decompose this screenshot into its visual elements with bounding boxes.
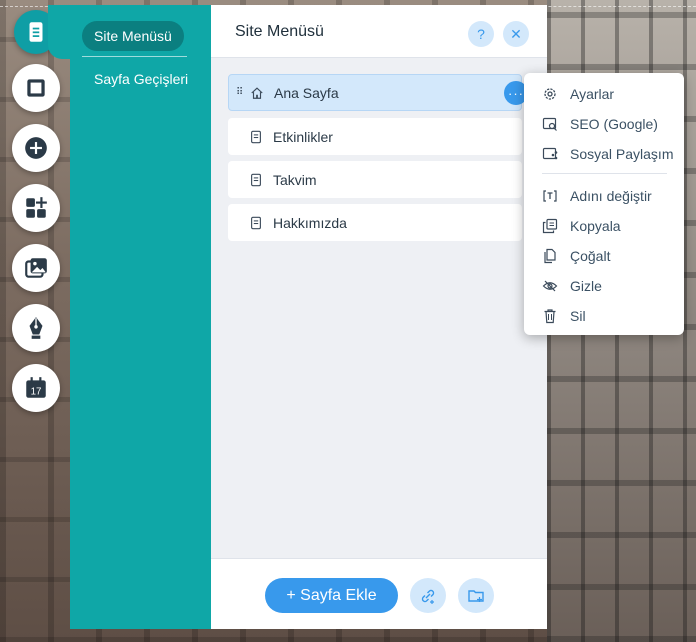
close-icon: ✕ bbox=[510, 25, 522, 42]
add-folder-button[interactable] bbox=[458, 578, 494, 613]
media-icon bbox=[25, 258, 47, 278]
pen-icon bbox=[29, 317, 43, 339]
trash-icon bbox=[544, 309, 556, 324]
folder-icon bbox=[468, 589, 484, 602]
pages-icon bbox=[29, 22, 43, 42]
apps-tool-button[interactable] bbox=[12, 184, 60, 232]
sidebar-divider bbox=[82, 56, 187, 57]
duplicate-icon bbox=[544, 248, 556, 264]
page-item-about[interactable]: Hakkımızda bbox=[228, 204, 522, 241]
page-icon bbox=[251, 173, 261, 186]
panel-title: Site Menüsü bbox=[235, 23, 324, 40]
menu-separator bbox=[542, 173, 667, 174]
pen-tool-button[interactable] bbox=[12, 304, 60, 352]
close-button[interactable]: ✕ bbox=[503, 21, 529, 47]
drag-handle-icon[interactable]: ⠿ bbox=[236, 87, 243, 98]
menu-item-label: Ayarlar bbox=[570, 86, 615, 102]
page-item-label: Etkinlikler bbox=[273, 128, 333, 145]
page-item-events[interactable]: Etkinlikler bbox=[228, 118, 522, 155]
calendar-tool-button[interactable]: 17 bbox=[12, 364, 60, 412]
panel-footer: + Sayfa Ekle bbox=[211, 558, 547, 629]
panel-header: Site Menüsü ? ✕ bbox=[211, 5, 547, 58]
media-tool-button[interactable] bbox=[12, 244, 60, 292]
site-menu-sidebar: Site Menüsü Sayfa Geçişleri bbox=[70, 5, 211, 629]
menu-item-label: SEO (Google) bbox=[570, 116, 658, 132]
menu-item-seo[interactable]: SEO (Google) bbox=[542, 112, 682, 136]
background-icon bbox=[27, 79, 45, 97]
background-tool-button[interactable] bbox=[12, 64, 60, 112]
add-icon bbox=[25, 137, 47, 159]
page-item-label: Takvim bbox=[273, 171, 317, 188]
sidebar-item-site-menu[interactable]: Site Menüsü bbox=[82, 21, 184, 51]
more-icon: ··· bbox=[508, 85, 524, 101]
menu-item-label: Sil bbox=[570, 308, 586, 324]
gear-icon bbox=[544, 88, 556, 100]
hide-icon bbox=[542, 280, 558, 292]
page-icon bbox=[251, 130, 261, 143]
calendar-icon: 17 bbox=[26, 377, 46, 398]
page-context-menu: Ayarlar SEO (Google) Sosyal Paylaşım Adı… bbox=[524, 73, 684, 335]
add-tool-button[interactable] bbox=[12, 124, 60, 172]
help-icon: ? bbox=[477, 26, 485, 42]
rename-icon bbox=[543, 190, 557, 202]
calendar-day-number: 17 bbox=[31, 387, 42, 398]
page-icon bbox=[251, 216, 261, 229]
menu-item-social-share[interactable]: Sosyal Paylaşım bbox=[542, 142, 682, 166]
page-item-label: Ana Sayfa bbox=[274, 84, 339, 101]
page-item-label: Hakkımızda bbox=[273, 214, 347, 231]
home-icon bbox=[251, 86, 263, 99]
add-page-button[interactable]: + Sayfa Ekle bbox=[265, 578, 398, 613]
menu-item-delete[interactable]: Sil bbox=[542, 304, 682, 328]
menu-item-copy[interactable]: Kopyala bbox=[542, 214, 682, 238]
sidebar-tab-connector bbox=[48, 5, 72, 59]
menu-item-duplicate[interactable]: Çoğalt bbox=[542, 244, 682, 268]
menu-item-rename[interactable]: Adını değiştir bbox=[542, 184, 682, 208]
copy-icon bbox=[542, 218, 558, 234]
page-item-calendar[interactable]: Takvim bbox=[228, 161, 522, 198]
help-button[interactable]: ? bbox=[468, 21, 494, 47]
seo-icon bbox=[542, 117, 557, 131]
apps-icon bbox=[26, 197, 47, 218]
menu-item-hide[interactable]: Gizle bbox=[542, 274, 682, 298]
page-item-home[interactable]: ⠿ Ana Sayfa ··· bbox=[228, 74, 528, 111]
share-icon bbox=[542, 147, 558, 160]
add-link-button[interactable] bbox=[410, 578, 446, 613]
sidebar-item-page-transitions[interactable]: Sayfa Geçişleri bbox=[82, 64, 200, 94]
link-icon bbox=[421, 589, 435, 604]
menu-item-label: Çoğalt bbox=[570, 248, 611, 264]
menu-item-label: Gizle bbox=[570, 278, 602, 294]
menu-item-label: Sosyal Paylaşım bbox=[570, 146, 674, 162]
menu-item-settings[interactable]: Ayarlar bbox=[542, 82, 682, 106]
menu-item-label: Kopyala bbox=[570, 218, 621, 234]
menu-item-label: Adını değiştir bbox=[570, 188, 652, 204]
site-menu-panel: Site Menüsü ? ✕ ⠿ Ana Sayfa ··· Etkinlik… bbox=[211, 5, 547, 629]
